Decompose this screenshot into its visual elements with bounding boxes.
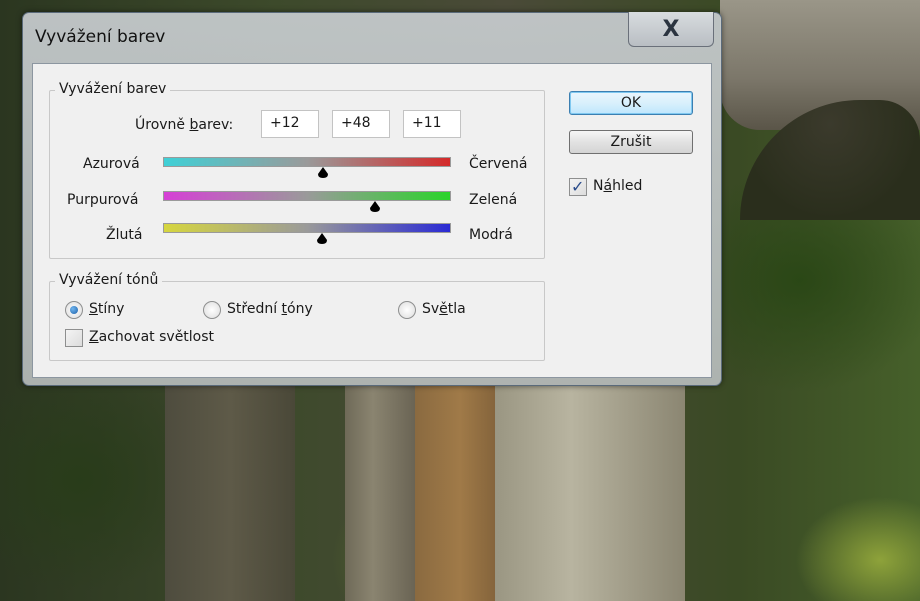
close-button[interactable]: X xyxy=(628,12,714,47)
background-pillar xyxy=(495,385,685,601)
color-balance-dialog: Vyvážení barev X Vyvážení barev Úrovně b… xyxy=(22,12,722,386)
cancel-button[interactable]: Zrušit xyxy=(569,130,693,154)
ok-button[interactable]: OK xyxy=(569,91,693,115)
radio-selected-dot xyxy=(70,306,78,314)
slider-right-label-green: Zelená xyxy=(469,192,518,208)
color-levels-label: Úrovně barev: xyxy=(135,117,234,133)
background-pillar xyxy=(165,385,295,601)
dialog-title: Vyvážení barev xyxy=(35,27,166,47)
color-level-field-2[interactable]: +48 xyxy=(332,110,390,138)
shadows-radio[interactable] xyxy=(65,301,83,319)
preserve-luminosity-checkbox[interactable] xyxy=(65,329,83,347)
midtones-radio[interactable] xyxy=(203,301,221,319)
preserve-luminosity-label[interactable]: Zachovat světlost xyxy=(89,329,214,345)
shadows-label[interactable]: Stíny xyxy=(89,301,124,317)
magenta-green-slider-track[interactable] xyxy=(163,191,451,201)
preview-checkbox[interactable]: ✓ xyxy=(569,177,587,196)
preview-label[interactable]: Náhled xyxy=(593,178,642,194)
background-pillar xyxy=(345,385,415,601)
color-balance-group-label: Vyvážení barev xyxy=(55,81,171,97)
slider-left-label-yellow: Žlutá xyxy=(106,227,143,243)
slider-thumb-icon xyxy=(318,167,329,178)
tone-balance-group-label: Vyvážení tónů xyxy=(55,272,163,288)
color-level-field-1[interactable]: +12 xyxy=(261,110,319,138)
slider-right-label-blue: Modrá xyxy=(469,227,513,243)
highlights-label[interactable]: Světla xyxy=(422,301,466,317)
slider-thumb-icon xyxy=(369,201,380,212)
cyan-red-slider-track[interactable] xyxy=(163,157,451,167)
tone-balance-group xyxy=(49,281,545,361)
highlights-radio[interactable] xyxy=(398,301,416,319)
slider-thumb-icon xyxy=(316,233,327,244)
close-icon: X xyxy=(662,16,680,42)
background-pillar xyxy=(415,385,505,601)
yellow-blue-slider-track[interactable] xyxy=(163,223,451,233)
slider-left-label-magenta: Purpurová xyxy=(67,192,139,208)
slider-left-label-cyan: Azurová xyxy=(83,156,140,172)
checkmark-icon: ✓ xyxy=(571,177,585,196)
midtones-label[interactable]: Střední tóny xyxy=(227,301,313,317)
slider-right-label-red: Červená xyxy=(469,156,528,172)
color-level-field-3[interactable]: +11 xyxy=(403,110,461,138)
dialog-client-area: Vyvážení barev Úrovně barev: +12 +48 +11… xyxy=(32,63,712,378)
